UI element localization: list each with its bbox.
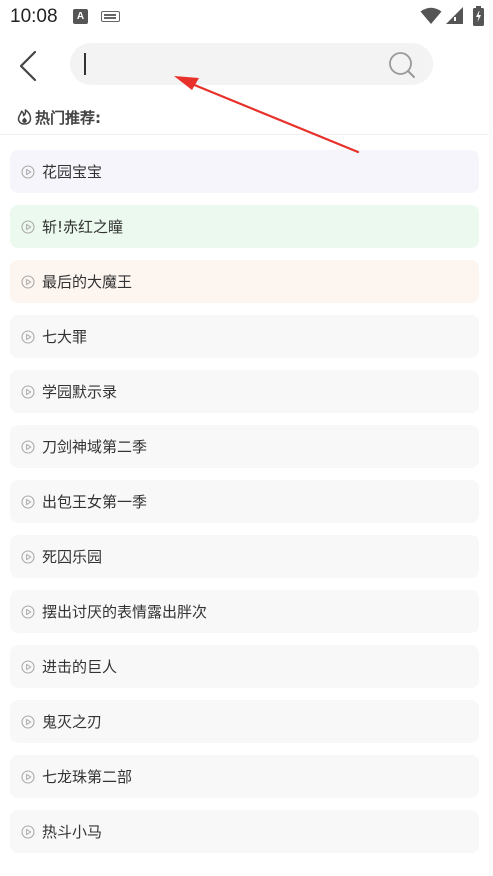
list-item[interactable]: 七大罪 [10,315,479,358]
list-item-label: 斩!赤红之瞳 [42,218,124,236]
list-item[interactable]: 死囚乐园 [10,535,479,578]
hot-section-label: 热门推荐: [35,108,101,127]
play-circle-icon [21,164,35,179]
status-time: 10:08 [10,6,58,27]
list-item-label: 最后的大魔王 [42,273,133,291]
list-item-label: 七龙珠第二部 [42,768,133,786]
hot-section-title: 热门推荐: [17,106,101,128]
play-circle-icon [21,329,35,344]
list-item-label: 七大罪 [42,328,88,346]
list-item-label: 死囚乐园 [42,548,103,566]
list-item[interactable]: 七龙珠第二部 [10,755,479,798]
play-circle-icon [21,439,35,454]
list-item[interactable]: 摆出讨厌的表情露出胖次 [10,590,479,633]
keyboard-icon [101,11,120,22]
list-item-label: 热斗小马 [42,823,103,841]
list-item-label: 学园默示录 [42,383,118,401]
search-box[interactable] [70,43,433,85]
fire-icon [17,109,32,125]
list-item-label: 摆出讨厌的表情露出胖次 [42,603,208,621]
divider [0,134,493,135]
play-circle-icon [21,604,35,619]
signal-icon [446,7,463,24]
list-item[interactable]: 刀剑神域第二季 [10,425,479,468]
list-item[interactable]: 热斗小马 [10,810,479,853]
play-circle-icon [21,659,35,674]
play-circle-icon [21,824,35,839]
list-item[interactable]: 花园宝宝 [10,150,479,193]
search-input[interactable] [84,49,374,79]
play-circle-icon [21,274,35,289]
play-circle-icon [21,384,35,399]
list-item-label: 刀剑神域第二季 [42,438,148,456]
recommendation-list: 花园宝宝斩!赤红之瞳 最后的大魔王 七大罪学园默示录刀剑神域第二季 出包王女第一季 死囚… [10,150,479,865]
list-item[interactable]: 鬼灭之刃 [10,700,479,743]
status-bar: 10:08 A [0,0,493,34]
play-circle-icon [21,494,35,509]
list-item[interactable]: 进击的巨人 [10,645,479,688]
play-circle-icon [21,549,35,564]
header [0,38,493,92]
play-circle-icon [21,714,35,729]
accessibility-icon: A [73,9,88,24]
list-item-label: 出包王女第一季 [42,493,148,511]
play-circle-icon [21,219,35,234]
list-item[interactable]: 出包王女第一季 [10,480,479,523]
list-item-label: 鬼灭之刃 [42,713,103,731]
list-item-label: 花园宝宝 [42,163,103,181]
back-button[interactable] [12,48,44,84]
list-item[interactable]: 最后的大魔王 [10,260,479,303]
chevron-left-icon [19,50,37,82]
list-item[interactable]: 斩!赤红之瞳 [10,205,479,248]
play-circle-icon [21,769,35,784]
wifi-icon [420,7,442,24]
screen-edge [489,0,493,876]
text-cursor [84,53,86,75]
search-icon[interactable] [388,51,416,79]
battery-icon [473,6,484,26]
list-item-label: 进击的巨人 [42,658,118,676]
list-item[interactable]: 学园默示录 [10,370,479,413]
